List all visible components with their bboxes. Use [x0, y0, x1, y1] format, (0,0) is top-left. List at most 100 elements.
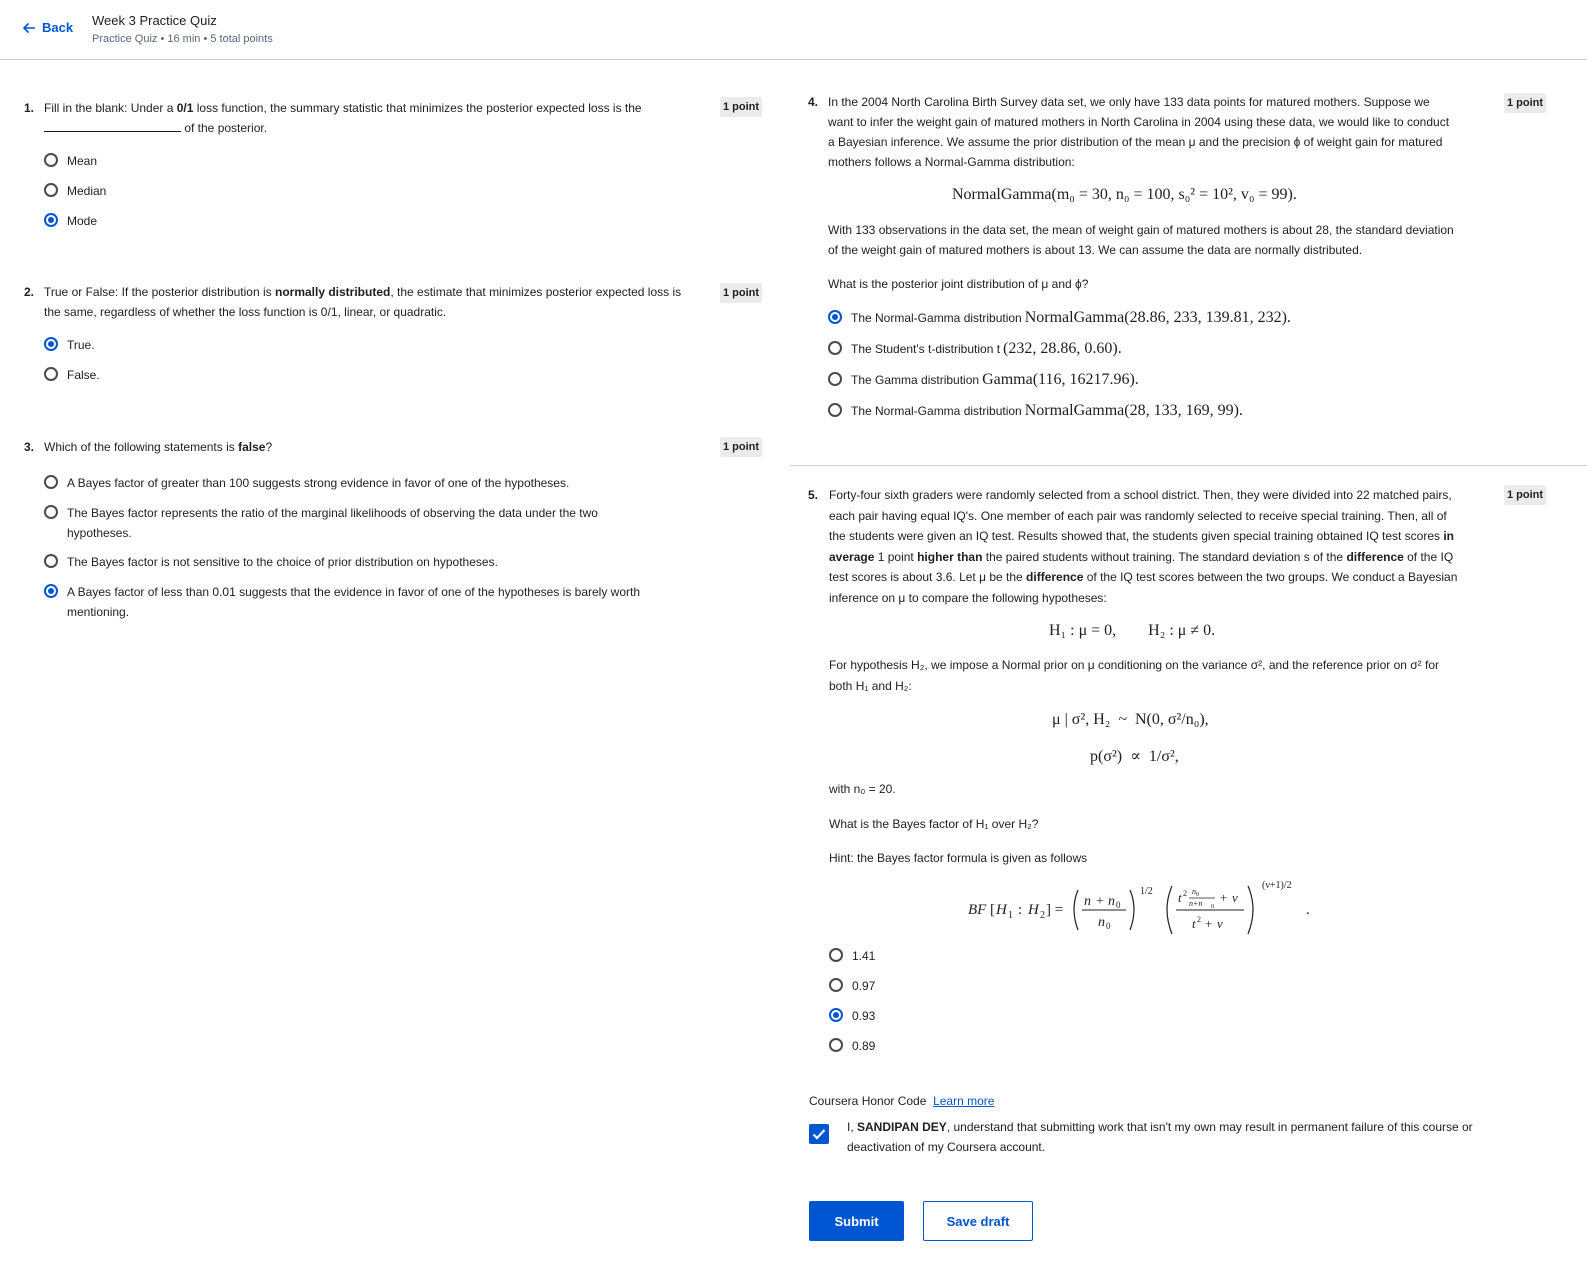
svg-text:ν: ν	[1217, 916, 1223, 931]
question-number: 3.	[24, 440, 35, 454]
svg-text:(ν+1)/2: (ν+1)/2	[1262, 880, 1292, 891]
question-number: 2.	[24, 285, 35, 299]
svg-text:[: [	[990, 902, 995, 918]
radio-button[interactable]	[44, 554, 58, 568]
points-badge: 1 point	[720, 437, 763, 457]
question-text: Forty-four sixth graders were randomly s…	[829, 488, 1458, 605]
quiz-title: Week 3 Practice Quiz	[92, 13, 217, 28]
fill-blank-line	[44, 118, 181, 132]
q4-option-3[interactable]: The Gamma distribution Gamma(116, 16217.…	[828, 370, 1139, 390]
svg-text:+: +	[1220, 890, 1227, 905]
question-number: 5.	[808, 488, 819, 502]
radio-button-selected[interactable]	[44, 337, 58, 351]
question-number: 4.	[808, 95, 819, 109]
honor-code-statement: I, SANDIPAN DEY, understand that submitt…	[847, 1120, 1473, 1154]
points-badge: 1 point	[1504, 93, 1547, 113]
q3-option-2[interactable]: The Bayes factor represents the ratio of…	[44, 503, 644, 543]
svg-text:0: 0	[1196, 892, 1199, 898]
q5-option-1[interactable]: 1.41	[829, 946, 875, 966]
learn-more-link[interactable]: Learn more	[933, 1094, 994, 1108]
radio-button[interactable]	[828, 403, 842, 417]
svg-text:n: n	[1084, 894, 1091, 909]
prior-formula-2: p(σ²) ∝ 1/σ²,	[1090, 748, 1179, 765]
svg-text:2: 2	[1040, 910, 1045, 921]
question-text: Which of the following statements is fal…	[44, 440, 273, 454]
hypotheses-formula: H₁ : μ = 0, H₂ : μ ≠ 0.	[1049, 622, 1216, 639]
q4-option-4[interactable]: The Normal-Gamma distribution NormalGamm…	[828, 401, 1243, 421]
radio-button-selected[interactable]	[44, 213, 58, 227]
q1-option-median[interactable]: Median	[44, 181, 106, 201]
honor-code-checkbox[interactable]	[809, 1124, 829, 1144]
radio-button[interactable]	[44, 475, 58, 489]
svg-text:.: .	[1306, 902, 1310, 918]
svg-text:ν: ν	[1232, 890, 1238, 905]
radio-button[interactable]	[829, 978, 843, 992]
radio-button-selected[interactable]	[44, 584, 58, 598]
hint-text: Hint: the Bayes factor formula is given …	[829, 851, 1088, 865]
svg-text:1/2: 1/2	[1140, 886, 1153, 897]
prior-formula-1: μ | σ², H₂ ~ N(0, σ²/n₀),	[1052, 711, 1209, 728]
question-prompt: What is the Bayes factor of H₁ over H₂?	[829, 817, 1039, 831]
radio-button[interactable]	[828, 372, 842, 386]
back-label: Back	[42, 20, 74, 35]
q2-option-false[interactable]: False.	[44, 365, 100, 385]
radio-button-selected[interactable]	[829, 1008, 843, 1022]
checkmark-icon	[812, 1129, 826, 1140]
points-badge: 1 point	[720, 283, 763, 303]
bayes-factor-formula: BF [ H 1 : H 2 ] = n + n 0 n 0 1/2 t 2 n…	[968, 880, 1310, 935]
svg-text:t: t	[1178, 890, 1182, 905]
q3-option-3[interactable]: The Bayes factor is not sensitive to the…	[44, 552, 664, 572]
q1-option-mean[interactable]: Mean	[44, 151, 97, 171]
svg-text:+: +	[1096, 894, 1104, 909]
svg-text::: :	[1018, 902, 1022, 918]
radio-button[interactable]	[828, 341, 842, 355]
quiz-header: Back Week 3 Practice Quiz Practice Quiz …	[0, 0, 1587, 60]
q3-option-1[interactable]: A Bayes factor of greater than 100 sugge…	[44, 473, 664, 493]
svg-text:H: H	[1027, 902, 1040, 918]
prior-formula: NormalGamma(m₀ = 30, n₀ = 100, s₀² = 10²…	[952, 186, 1297, 203]
svg-text:H: H	[995, 902, 1008, 918]
radio-button[interactable]	[829, 1038, 843, 1052]
radio-button[interactable]	[44, 367, 58, 381]
radio-button[interactable]	[44, 505, 58, 519]
radio-button[interactable]	[829, 948, 843, 962]
q2-option-true[interactable]: True.	[44, 335, 95, 355]
svg-text:n: n	[1108, 894, 1115, 909]
svg-text:n+n: n+n	[1189, 899, 1202, 908]
divider	[790, 465, 1587, 466]
honor-code-heading: Coursera Honor Code Learn more	[809, 1094, 995, 1108]
points-badge: 1 point	[720, 97, 763, 117]
question-text-2: For hypothesis H₂, we impose a Normal pr…	[829, 658, 1440, 693]
q4-option-1[interactable]: The Normal-Gamma distribution NormalGamm…	[828, 308, 1291, 328]
submit-button[interactable]: Submit	[809, 1201, 904, 1241]
svg-text:2: 2	[1197, 915, 1201, 924]
svg-text:0: 0	[1106, 921, 1111, 931]
q5-option-4[interactable]: 0.89	[829, 1036, 875, 1056]
radio-button[interactable]	[44, 183, 58, 197]
svg-text:2: 2	[1183, 889, 1187, 898]
svg-text:BF: BF	[968, 902, 987, 918]
q1-option-mode[interactable]: Mode	[44, 211, 97, 231]
question-prompt: What is the posterior joint distribution…	[828, 277, 1089, 291]
question-text: True or False: If the posterior distribu…	[44, 285, 682, 319]
arrow-left-icon	[22, 22, 35, 33]
q5-option-3[interactable]: 0.93	[829, 1006, 875, 1026]
svg-text:+: +	[1205, 916, 1212, 931]
radio-button-selected[interactable]	[828, 310, 842, 324]
radio-button[interactable]	[44, 153, 58, 167]
svg-text:0: 0	[1116, 900, 1121, 910]
svg-text:n: n	[1098, 915, 1105, 930]
question-number: 1.	[24, 101, 35, 115]
question-text: In the 2004 North Carolina Birth Survey …	[828, 95, 1450, 169]
svg-text:t: t	[1192, 916, 1196, 931]
back-button[interactable]: Back	[22, 20, 73, 35]
q5-option-2[interactable]: 0.97	[829, 976, 875, 996]
n0-value: with n₀ = 20.	[829, 782, 896, 796]
question-text: Fill in the blank: Under a 0/1 loss func…	[44, 101, 642, 135]
svg-text:] =: ] =	[1046, 902, 1063, 918]
points-badge: 1 point	[1504, 485, 1547, 505]
save-draft-button[interactable]: Save draft	[923, 1201, 1033, 1241]
svg-text:0: 0	[1211, 904, 1214, 910]
q4-option-2[interactable]: The Student's t-distribution t (232, 28.…	[828, 339, 1122, 359]
q3-option-4[interactable]: A Bayes factor of less than 0.01 suggest…	[44, 582, 674, 622]
